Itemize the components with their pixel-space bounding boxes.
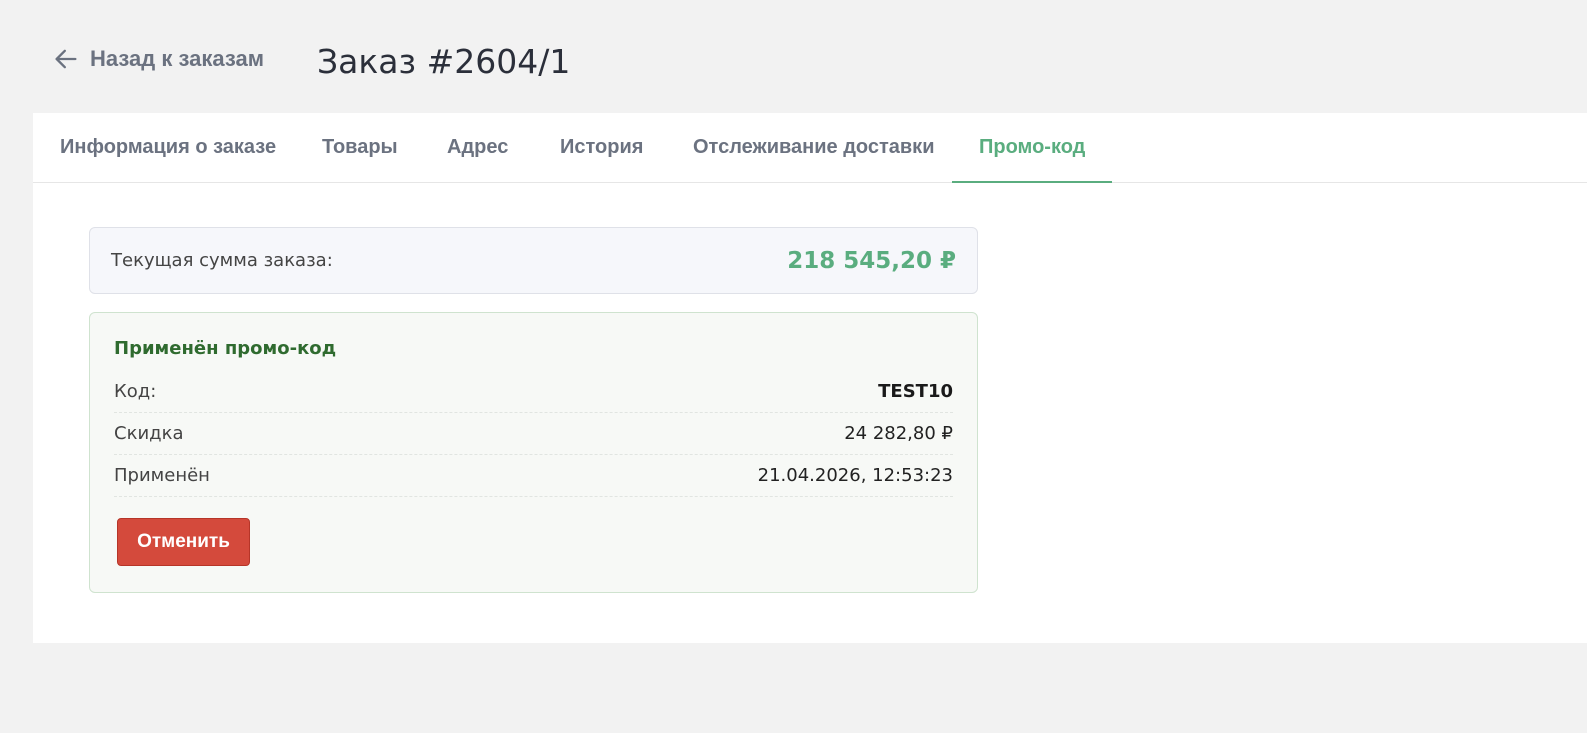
promo-code-label: Код: <box>114 381 157 402</box>
applied-promo-title: Применён промо-код <box>114 338 337 359</box>
back-to-orders-link[interactable]: Назад к заказам <box>52 42 264 76</box>
tab-history[interactable]: История <box>560 113 643 181</box>
tab-delivery-tracking[interactable]: Отслеживание доставки <box>693 113 934 181</box>
promo-applied-value: 21.04.2026, 12:53:23 <box>757 465 953 486</box>
tab-bar: Информация о заказе Товары Адрес История… <box>33 113 1587 183</box>
arrow-left-icon <box>55 49 77 69</box>
back-link-label: Назад к заказам <box>90 46 265 71</box>
tab-products[interactable]: Товары <box>322 113 398 181</box>
applied-promo-box: Применён промо-код Код: TEST10 Скидка 24… <box>89 312 978 593</box>
promo-applied-label: Применён <box>114 465 210 486</box>
order-panel: Информация о заказе Товары Адрес История… <box>33 113 1587 643</box>
promo-row-code: Код: TEST10 <box>114 371 953 413</box>
promo-row-discount: Скидка 24 282,80 ₽ <box>114 413 953 455</box>
promo-code-value: TEST10 <box>878 381 953 402</box>
cancel-promo-button[interactable]: Отменить <box>117 518 250 566</box>
order-sum-value: 218 545,20 ₽ <box>787 247 956 274</box>
page-header: Назад к заказам Заказ #2604/1 <box>0 0 1587 113</box>
order-sum-box: Текущая сумма заказа: 218 545,20 ₽ <box>89 227 978 294</box>
promo-row-applied: Применён 21.04.2026, 12:53:23 <box>114 455 953 497</box>
promo-discount-label: Скидка <box>114 423 184 444</box>
tab-promo-code[interactable]: Промо-код <box>952 113 1113 183</box>
tab-order-info[interactable]: Информация о заказе <box>60 113 276 181</box>
order-sum-label: Текущая сумма заказа: <box>111 250 333 271</box>
page-title: Заказ #2604/1 <box>317 42 571 81</box>
promo-discount-value: 24 282,80 ₽ <box>844 423 953 444</box>
tab-address[interactable]: Адрес <box>447 113 508 181</box>
promo-tab-content: Текущая сумма заказа: 218 545,20 ₽ Приме… <box>89 227 978 593</box>
